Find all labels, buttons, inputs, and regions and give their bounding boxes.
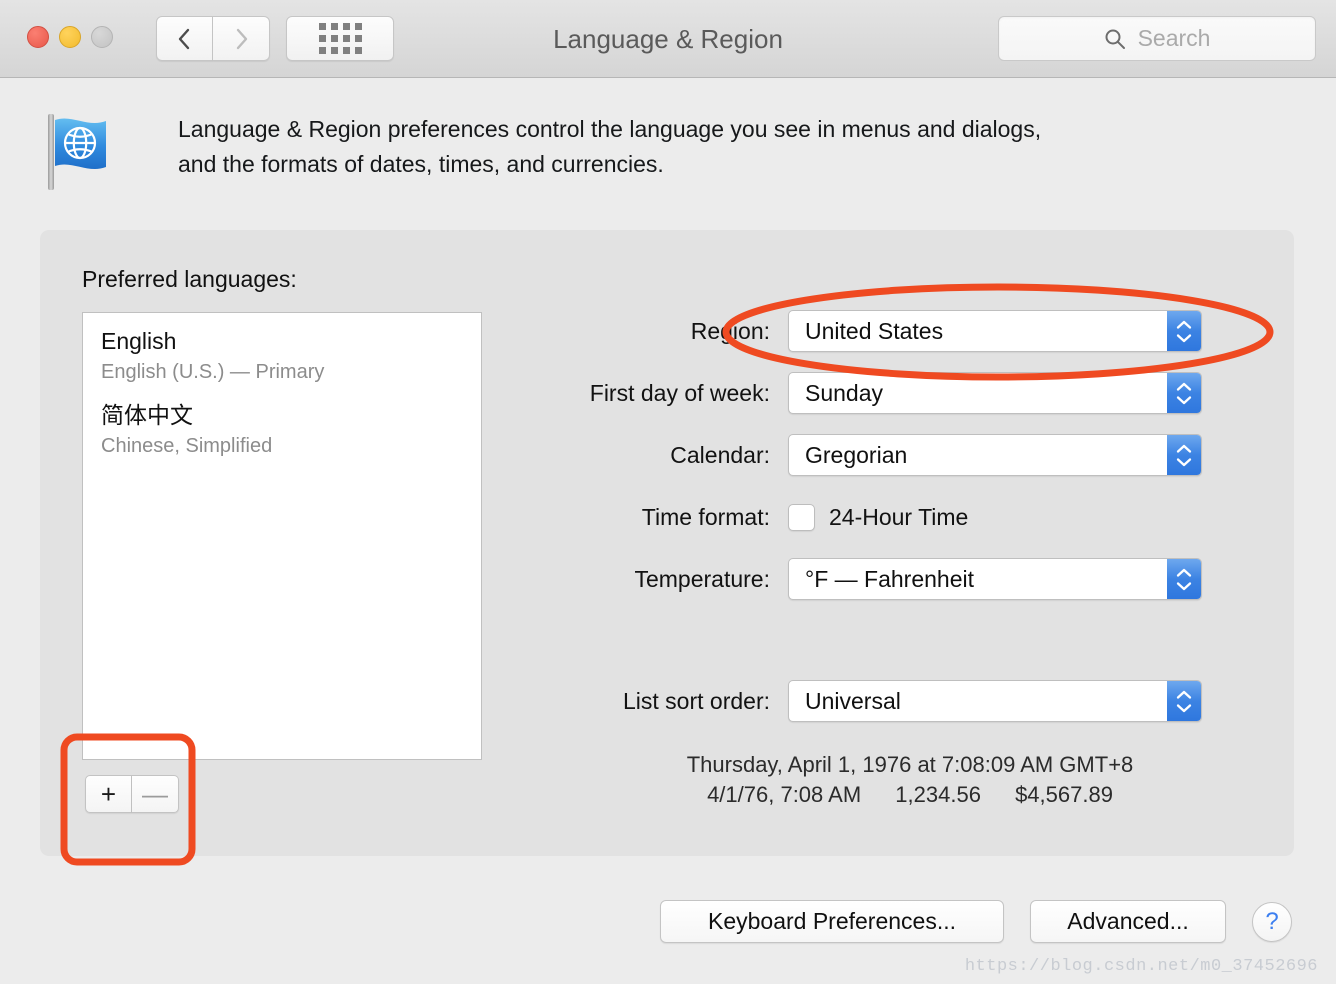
preference-description: Language & Region preferences control th…: [44, 112, 1208, 192]
first-day-of-week-label: First day of week:: [589, 379, 770, 406]
add-remove-language-buttons: + —: [85, 775, 179, 813]
list-sort-order-label: List sort order:: [623, 687, 770, 714]
remove-language-button[interactable]: —: [132, 775, 179, 813]
chevron-up-icon: [1176, 690, 1192, 699]
language-detail: English (U.S.) — Primary: [101, 361, 325, 383]
format-preview: Thursday, April 1, 1976 at 7:08:09 AM GM…: [540, 750, 1280, 810]
list-sort-order-row: List sort order: Universal: [540, 670, 1280, 732]
calendar-label: Calendar:: [670, 441, 770, 468]
language-name: English: [101, 328, 177, 354]
chevron-down-icon: [1176, 333, 1192, 342]
list-sort-order-popup[interactable]: Universal: [788, 680, 1202, 722]
preview-short-date: 4/1/76, 7:08 AM: [707, 782, 862, 807]
preferred-languages-list[interactable]: English English (U.S.) — Primary 简体中文 Ch…: [82, 312, 482, 760]
help-button[interactable]: ?: [1252, 901, 1292, 942]
preview-currency: $4,567.89: [1015, 782, 1113, 807]
first-day-of-week-row: First day of week: Sunday: [540, 362, 1280, 424]
temperature-stepper[interactable]: [1167, 559, 1201, 599]
preview-number: 1,234.56: [895, 782, 981, 807]
list-sort-order-value: Universal: [805, 687, 901, 714]
watermark: https://blog.csdn.net/m0_37452696: [964, 957, 1318, 976]
preview-long-date: Thursday, April 1, 1976 at 7:08:09 AM GM…: [686, 752, 1134, 777]
time-format-label: Time format:: [641, 503, 770, 530]
description-text: Language & Region preferences control th…: [178, 112, 1208, 182]
24-hour-time-checkbox[interactable]: [788, 503, 815, 531]
list-item[interactable]: English English (U.S.) — Primary: [83, 313, 481, 387]
flag-globe-icon: [48, 114, 106, 190]
first-day-of-week-value: Sunday: [805, 379, 884, 406]
chevron-up-icon: [1176, 382, 1192, 391]
search-field[interactable]: Search: [998, 16, 1316, 61]
region-stepper[interactable]: [1167, 311, 1201, 351]
chevron-up-icon: [1176, 444, 1192, 453]
region-row: Region: United States: [540, 300, 1280, 362]
keyboard-preferences-button[interactable]: Keyboard Preferences...: [660, 900, 1004, 943]
footer-actions: Keyboard Preferences... Advanced... ?: [660, 900, 1292, 943]
chevron-down-icon: [1176, 395, 1192, 404]
calendar-stepper[interactable]: [1167, 435, 1201, 475]
window-titlebar: Language & Region Search: [0, 0, 1336, 78]
chevron-down-icon: [1176, 457, 1192, 466]
temperature-label: Temperature:: [634, 565, 770, 592]
calendar-value: Gregorian: [805, 441, 908, 468]
calendar-row: Calendar: Gregorian: [540, 424, 1280, 486]
temperature-row: Temperature: °F — Fahrenheit: [540, 548, 1280, 610]
preferred-languages-label: Preferred languages:: [82, 266, 297, 292]
region-label: Region:: [690, 317, 770, 344]
region-settings-form: Region: United States First day of week:…: [540, 300, 1280, 732]
temperature-value: °F — Fahrenheit: [805, 565, 974, 592]
24-hour-time-label: 24-Hour Time: [829, 503, 969, 530]
chevron-up-icon: [1176, 568, 1192, 577]
preview-formats: 4/1/76, 7:08 AM 1,234.56 $4,567.89: [540, 780, 1280, 810]
chevron-up-icon: [1176, 320, 1192, 329]
time-format-row: Time format: 24-Hour Time: [540, 486, 1280, 548]
chevron-down-icon: [1176, 703, 1192, 712]
list-item[interactable]: 简体中文 Chinese, Simplified: [83, 387, 481, 461]
advanced-button[interactable]: Advanced...: [1030, 900, 1226, 943]
language-name: 简体中文: [101, 402, 193, 428]
search-placeholder: Search: [1137, 25, 1211, 51]
list-sort-order-stepper[interactable]: [1167, 681, 1201, 721]
region-value: United States: [805, 317, 944, 344]
calendar-popup[interactable]: Gregorian: [788, 434, 1202, 476]
first-day-of-week-stepper[interactable]: [1167, 373, 1201, 413]
temperature-popup[interactable]: °F — Fahrenheit: [788, 558, 1202, 600]
add-language-button[interactable]: +: [85, 775, 132, 813]
first-day-of-week-popup[interactable]: Sunday: [788, 372, 1202, 414]
time-format-checkbox-group[interactable]: 24-Hour Time: [788, 503, 969, 531]
chevron-down-icon: [1176, 581, 1192, 590]
description-line-1: Language & Region preferences control th…: [178, 116, 1042, 142]
search-icon: [1105, 29, 1125, 49]
language-detail: Chinese, Simplified: [101, 435, 273, 457]
description-line-2: and the formats of dates, times, and cur…: [178, 151, 664, 177]
region-popup[interactable]: United States: [788, 310, 1202, 352]
settings-panel: Preferred languages: English English (U.…: [40, 230, 1294, 856]
